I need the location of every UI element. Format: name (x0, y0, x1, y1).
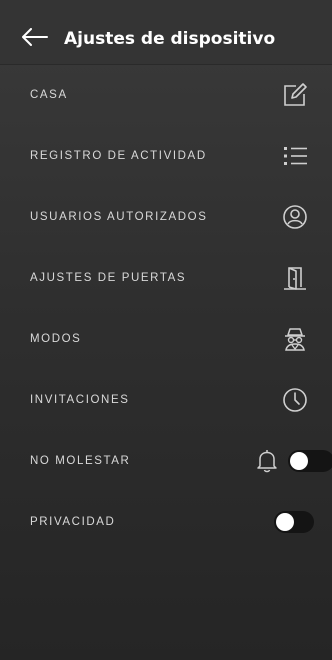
back-arrow-icon[interactable] (22, 28, 48, 46)
menu-item-casa[interactable]: CASA (0, 64, 332, 125)
edit-icon (282, 82, 308, 108)
list-icon (282, 143, 308, 169)
menu-item-privacidad: PRIVACIDAD (0, 491, 332, 552)
settings-menu: CASA REGISTRO DE ACTIVIDAD USUARIOS AUTO… (0, 64, 332, 552)
door-icon (282, 265, 308, 291)
menu-item-label: CASA (30, 88, 68, 101)
clock-icon (282, 387, 308, 413)
menu-item-no-molestar: NO MOLESTAR (0, 430, 332, 491)
incognito-icon (282, 326, 308, 352)
menu-item-label: MODOS (30, 332, 82, 345)
menu-item-usuarios-autorizados[interactable]: USUARIOS AUTORIZADOS (0, 186, 332, 247)
privacidad-toggle[interactable] (274, 510, 314, 533)
menu-item-modos[interactable]: MODOS (0, 308, 332, 369)
menu-item-label: USUARIOS AUTORIZADOS (30, 210, 208, 223)
page-title: Ajustes de dispositivo (64, 29, 276, 49)
app-header: Ajustes de dispositivo (0, 0, 332, 65)
menu-item-label: PRIVACIDAD (30, 515, 116, 528)
menu-item-registro-actividad[interactable]: REGISTRO DE ACTIVIDAD (0, 125, 332, 186)
menu-item-label: NO MOLESTAR (30, 454, 131, 467)
toggle-knob (290, 451, 308, 470)
menu-item-label: AJUSTES DE PUERTAS (30, 271, 187, 284)
no-molestar-toggle[interactable] (288, 449, 332, 472)
menu-item-invitaciones[interactable]: INVITACIONES (0, 369, 332, 430)
toggle-knob (276, 512, 294, 531)
bell-icon (256, 449, 278, 473)
menu-item-label: INVITACIONES (30, 393, 130, 406)
menu-item-label: REGISTRO DE ACTIVIDAD (30, 149, 207, 162)
menu-item-ajustes-puertas[interactable]: AJUSTES DE PUERTAS (0, 247, 332, 308)
user-circle-icon (282, 204, 308, 230)
